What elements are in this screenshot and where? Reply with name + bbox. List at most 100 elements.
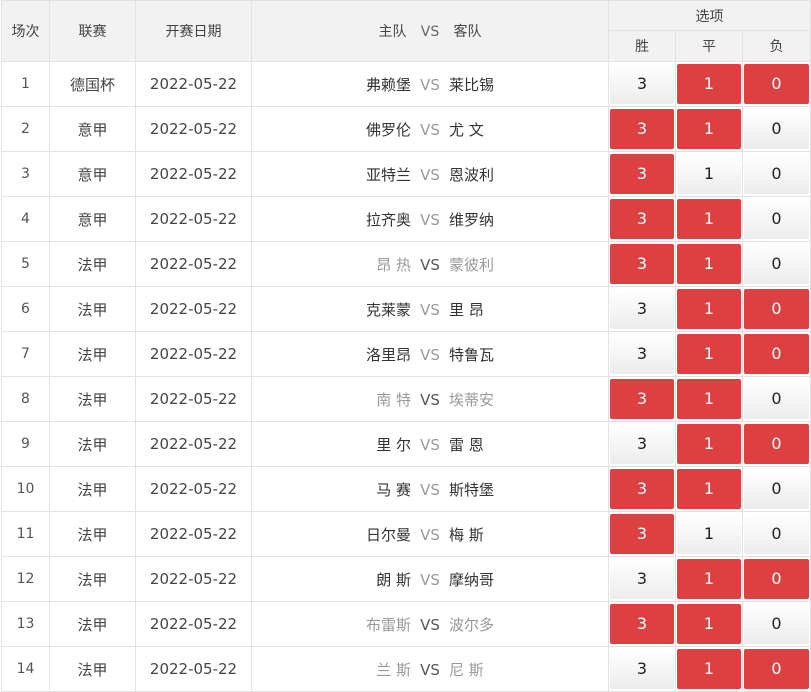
win-option-button[interactable]: 3 [610, 514, 674, 554]
home-team: 兰 斯 [376, 660, 411, 679]
league-name: 德国杯 [49, 61, 136, 107]
match-teams: 昂 热 VS 蒙彼利 [251, 241, 609, 287]
lose-option-button[interactable]: 0 [744, 604, 810, 644]
lose-option-button[interactable]: 0 [744, 469, 810, 509]
home-team: 马 赛 [376, 480, 411, 499]
win-cell: 3 [608, 286, 676, 332]
away-team: 梅 斯 [449, 525, 484, 544]
league-name: 法甲 [49, 466, 136, 512]
table-row: 2 意甲 2022-05-22 佛罗伦 VS 尤 文 310 [1, 106, 811, 152]
match-date: 2022-05-22 [135, 376, 252, 422]
draw-option-button[interactable]: 1 [677, 379, 741, 419]
win-cell: 3 [608, 61, 676, 107]
lose-option-button[interactable]: 0 [744, 649, 810, 689]
lose-option-button[interactable]: 0 [744, 64, 810, 104]
win-option-button[interactable]: 3 [610, 199, 674, 239]
table-row: 11 法甲 2022-05-22 日尔曼 VS 梅 斯 310 [1, 511, 811, 557]
match-teams: 佛罗伦 VS 尤 文 [251, 106, 609, 152]
match-index: 1 [1, 61, 50, 107]
draw-cell: 1 [675, 61, 743, 107]
lose-cell: 0 [741, 286, 811, 332]
draw-option-button[interactable]: 1 [677, 289, 741, 329]
draw-option-button[interactable]: 1 [677, 469, 741, 509]
draw-option-button[interactable]: 1 [677, 199, 741, 239]
match-teams: 朗 斯 VS 摩纳哥 [251, 556, 609, 602]
lose-option-button[interactable]: 0 [744, 109, 810, 149]
league-name: 意甲 [49, 151, 136, 197]
match-date: 2022-05-22 [135, 196, 252, 242]
table-row: 10 法甲 2022-05-22 马 赛 VS 斯特堡 3 1 0 [1, 466, 811, 512]
match-index: 2 [1, 106, 50, 152]
draw-option-button[interactable]: 1 [677, 604, 741, 644]
match-teams: 洛里昂 VS 特鲁瓦 [251, 331, 609, 377]
home-team: 里 尔 [376, 435, 411, 454]
win-option-button[interactable]: 3 [610, 244, 674, 284]
draw-option-button[interactable]: 1 [677, 109, 741, 149]
win-option-button[interactable]: 3 [610, 334, 674, 374]
draw-option-button[interactable]: 1 [677, 64, 741, 104]
lose-option-button[interactable]: 0 [744, 514, 810, 554]
lose-option-button[interactable]: 0 [744, 334, 810, 374]
win-cell: 3 [608, 241, 676, 287]
lose-cell: 0 [741, 421, 811, 467]
win-option-button[interactable]: 3 [610, 559, 674, 599]
win-option-button[interactable]: 3 [610, 289, 674, 329]
lose-cell: 0 [741, 511, 811, 557]
win-option-button[interactable]: 3 [610, 649, 674, 689]
draw-cell: 1 [675, 556, 743, 602]
win-option-button[interactable]: 3 [610, 64, 674, 104]
draw-option-button[interactable]: 1 [677, 244, 741, 284]
draw-option-button[interactable]: 1 [677, 514, 741, 554]
draw-option-button[interactable]: 1 [677, 334, 741, 374]
match-date: 2022-05-22 [135, 556, 252, 602]
table-row: 1 德国杯 2022-05-22 弗赖堡 VS 莱比锡 3 1 0 [1, 61, 811, 107]
match-table: 场次 联赛 开赛日期 主队 VS 客队 选项 胜 平 负 1 德国杯 2022-05… [1, 0, 811, 692]
header-match: 主队 VS 客队 [251, 0, 609, 62]
lose-cell: 0 [741, 241, 811, 287]
lose-option-button[interactable]: 0 [744, 289, 810, 329]
league-name: 意甲 [49, 196, 136, 242]
away-team: 摩纳哥 [449, 570, 495, 589]
lose-option-button[interactable]: 0 [744, 244, 810, 284]
match-index: 6 [1, 286, 50, 332]
header-index: 场次 [1, 0, 50, 62]
match-teams: 兰 斯 VS 尼 斯 [251, 646, 609, 692]
draw-option-button[interactable]: 1 [677, 154, 741, 194]
home-team: 布雷斯 [365, 615, 411, 634]
header-lose: 负 [741, 30, 811, 62]
match-index: 13 [1, 601, 50, 647]
away-team: 尤 文 [449, 120, 484, 139]
draw-cell: 1 [675, 601, 743, 647]
home-team: 亚特兰 [365, 165, 411, 184]
lose-option-button[interactable]: 0 [744, 379, 810, 419]
league-name: 法甲 [49, 241, 136, 287]
table-row: 8 法甲 2022-05-22 南 特 VS 埃蒂安 3 1 0 [1, 376, 811, 422]
lose-option-button[interactable]: 0 [744, 154, 810, 194]
match-date: 2022-05-22 [135, 421, 252, 467]
lose-option-button[interactable]: 0 [744, 199, 810, 239]
draw-option-button[interactable]: 1 [677, 424, 741, 464]
win-option-button[interactable]: 3 [610, 604, 674, 644]
win-option-button[interactable]: 3 [610, 109, 674, 149]
draw-cell: 1 [675, 241, 743, 287]
draw-option-button[interactable]: 1 [677, 559, 741, 599]
lose-cell: 0 [741, 331, 811, 377]
draw-cell: 1 [675, 286, 743, 332]
vs-label: VS [420, 480, 440, 499]
table-row: 13 法甲 2022-05-22 布雷斯 VS 波尔多 3 1 0 [1, 601, 811, 647]
lose-cell: 0 [741, 61, 811, 107]
win-option-button[interactable]: 3 [610, 424, 674, 464]
win-cell: 3 [608, 646, 676, 692]
lose-option-button[interactable]: 0 [744, 424, 810, 464]
draw-option-button[interactable]: 1 [677, 649, 741, 689]
win-option-button[interactable]: 3 [610, 379, 674, 419]
away-team: 波尔多 [449, 615, 495, 634]
win-option-button[interactable]: 3 [610, 154, 674, 194]
win-cell: 3 [608, 331, 676, 377]
win-option-button[interactable]: 3 [610, 469, 674, 509]
header-date: 开赛日期 [135, 0, 252, 62]
match-index: 7 [1, 331, 50, 377]
lose-option-button[interactable]: 0 [744, 559, 810, 599]
lose-cell: 0 [741, 556, 811, 602]
match-index: 5 [1, 241, 50, 287]
